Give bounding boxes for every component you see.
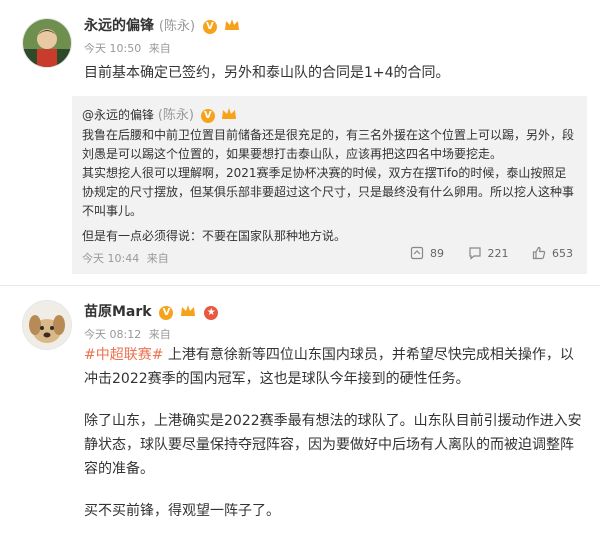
post-source: 来自 bbox=[148, 42, 171, 55]
quoted-source: 来自 bbox=[146, 252, 169, 265]
post-text: 目前基本确定已签约，另外和泰山队的合同是1+4的合同。 bbox=[84, 65, 450, 81]
like-button[interactable]: 653 bbox=[532, 246, 573, 260]
like-count: 653 bbox=[552, 246, 573, 260]
post-meta: 今天 08:12 来自 bbox=[84, 326, 175, 342]
vip-crown-icon bbox=[224, 19, 239, 30]
username-text[interactable]: 永远的偏锋 bbox=[84, 18, 154, 34]
repost-button[interactable]: 89 bbox=[410, 246, 444, 260]
dog-avatar-icon bbox=[23, 301, 71, 349]
weibo-post-1: 永远的偏锋 (陈永) V 今天 10:50 来自 目前基本确定已签约，另外和泰山… bbox=[0, 0, 600, 285]
quoted-meta: 今天 10:44 来自 bbox=[82, 250, 173, 266]
quoted-text: 我鲁在后腰和中前卫位置目前储备还是很充足的，有三名外援在这个位置上可以踢，另外，… bbox=[82, 126, 577, 246]
quoted-alias: (陈永) bbox=[157, 108, 194, 123]
username[interactable]: 永远的偏锋 (陈永) V bbox=[84, 15, 240, 35]
user-alias: (陈永) bbox=[158, 19, 196, 34]
comment-icon bbox=[468, 247, 481, 260]
verified-v-icon: V bbox=[200, 109, 215, 123]
vip-crown-icon bbox=[221, 108, 236, 119]
vip-crown-icon bbox=[181, 305, 196, 316]
username-text[interactable]: 苗原Mark bbox=[84, 304, 152, 320]
quoted-paragraph: 其实想挖人很可以理解啊，2021赛季足协杯决赛的时候，双方在摆Tifo的时候，泰… bbox=[82, 166, 575, 218]
medal-icon: ★ bbox=[204, 306, 219, 320]
post-meta: 今天 10:50 来自 bbox=[84, 40, 175, 56]
post-paragraph: 除了山东，上港确实是2022赛季最有想法的球队了。山东队目前引援动作进入安静状态… bbox=[84, 413, 582, 477]
post-paragraph: #中超联赛# 上港有意徐新等四位山东国内球员，并希望尽快完成相关操作，以冲击20… bbox=[84, 343, 584, 391]
comment-count: 221 bbox=[487, 246, 509, 260]
post-paragraph: 买不买前锋，得观望一阵子了。 bbox=[84, 503, 280, 519]
post-time[interactable]: 今天 10:50 bbox=[84, 42, 141, 55]
username[interactable]: 苗原Mark V ★ bbox=[84, 301, 219, 321]
quoted-stats: 89 221 653 bbox=[390, 246, 573, 263]
quoted-paragraph: 但是有一点必须得说：不要在国家队那种地方说。 bbox=[82, 229, 347, 243]
post-time[interactable]: 今天 08:12 bbox=[84, 328, 141, 341]
quoted-paragraph: 我鲁在后腰和中前卫位置目前储备还是很充足的，有三名外援在这个位置上可以踢，另外，… bbox=[82, 128, 575, 161]
avatar[interactable] bbox=[22, 300, 72, 350]
verified-v-icon: V bbox=[159, 306, 174, 320]
post-divider bbox=[0, 285, 600, 286]
user-avatar-icon bbox=[23, 19, 71, 67]
verified-v-icon: V bbox=[202, 20, 217, 34]
post-text: #中超联赛# 上港有意徐新等四位山东国内球员，并希望尽快完成相关操作，以冲击20… bbox=[84, 343, 584, 541]
avatar[interactable] bbox=[22, 18, 72, 68]
quoted-username: @永远的偏锋 (陈永) V bbox=[82, 104, 237, 123]
repost-count: 89 bbox=[430, 246, 444, 260]
quoted-username-text[interactable]: @永远的偏锋 bbox=[82, 108, 154, 122]
quoted-post[interactable]: @永远的偏锋 (陈永) V 我鲁在后腰和中前卫位置目前储备还是很充足的，有三名外… bbox=[72, 96, 587, 274]
thumbs-up-icon bbox=[532, 246, 546, 260]
hashtag-link[interactable]: #中超联赛# bbox=[84, 347, 163, 363]
repost-icon bbox=[410, 246, 424, 260]
quoted-time[interactable]: 今天 10:44 bbox=[82, 252, 139, 265]
comment-button[interactable]: 221 bbox=[468, 246, 509, 260]
post-source: 来自 bbox=[148, 328, 171, 341]
